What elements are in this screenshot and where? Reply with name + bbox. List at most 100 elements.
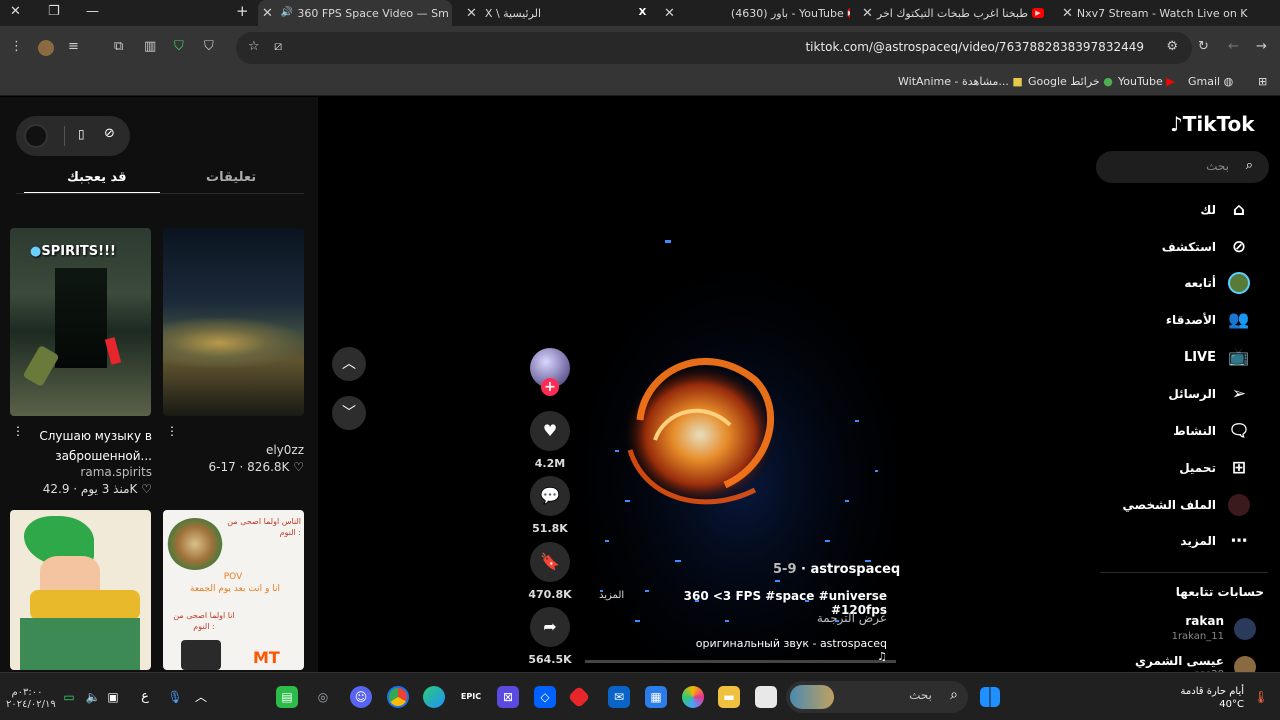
close-tab-icon[interactable]: ✕ (664, 6, 675, 21)
tab-x[interactable]: ✕ X \ الرئيسية X (462, 0, 652, 26)
video-title[interactable]: Слушаю музыку в заброшенной... (30, 426, 152, 466)
extension-icon[interactable]: ▥ (144, 39, 156, 54)
bookmark-star-icon[interactable]: ☆ (248, 39, 260, 54)
nav-activity[interactable]: النشاط 🗨 (1173, 420, 1250, 442)
copilot-icon[interactable] (682, 686, 704, 708)
tray-chevron-icon[interactable]: ︿ (190, 686, 212, 708)
video-author[interactable]: rama.spirits (30, 465, 152, 479)
sound-line[interactable]: оригинальный звук - astrospaceq ♫ (683, 637, 887, 663)
video-thumbnail[interactable]: ●SPIRITS!!! (10, 228, 151, 416)
nav-more[interactable]: المزيد ⋯ (1180, 530, 1250, 552)
new-tab-icon[interactable]: + (236, 2, 249, 20)
translate-button[interactable]: عرض الترجمة (800, 611, 887, 625)
battery-icon[interactable]: ▭ (58, 686, 80, 708)
thermometer-icon[interactable]: 🌡 (1250, 686, 1272, 708)
previous-video-button[interactable]: ︿ (332, 347, 366, 381)
video-thumbnail[interactable] (163, 228, 304, 416)
video-author[interactable]: ely0zz (180, 443, 304, 457)
address-bar[interactable]: ☆ ⧄ tiktok.com/@astrospaceq/video/763788… (236, 32, 1192, 64)
keyboard-language[interactable]: ع (134, 686, 156, 708)
video-author-line[interactable]: 5-9 · astrospaceq (773, 562, 900, 577)
menu-dots-icon[interactable]: ⋮ (10, 39, 23, 54)
extensions-icon[interactable]: ⧉ (114, 39, 123, 54)
nav-following[interactable]: أتابعه (1184, 272, 1250, 294)
windows-start-icon[interactable] (980, 687, 1000, 707)
nav-live[interactable]: LIVE 📺 (1184, 346, 1250, 368)
nav-messages[interactable]: الرسائل ➢ (1168, 383, 1250, 405)
tab-youtube-2[interactable]: ✕ طبخنا اغرب طبخات التيكتوك اخر ▶ (858, 0, 1048, 26)
minimize-window-icon[interactable]: — (86, 4, 99, 19)
file-explorer-icon[interactable]: ▬ (718, 686, 740, 708)
back-icon[interactable]: → (1256, 39, 1267, 54)
nav-for-you[interactable]: لك ⌂ (1200, 199, 1250, 221)
microphone-icon[interactable]: 🎙 (164, 686, 186, 708)
store-icon[interactable]: ▦ (645, 686, 667, 708)
tab-comments[interactable]: تعليقات (206, 170, 256, 185)
close-tab-icon[interactable]: ✕ (1062, 6, 1073, 21)
like-button[interactable]: ♥ (530, 411, 570, 451)
apps-grid-icon[interactable]: ⊞ (1258, 75, 1267, 88)
share-button[interactable]: ➦ (530, 607, 570, 647)
tiktok-logo[interactable]: ♪TikTok (1170, 112, 1255, 136)
discord-icon[interactable]: ☺ (350, 686, 372, 708)
site-settings-icon[interactable]: ⚙ (1166, 39, 1178, 54)
video-author[interactable]: astrospaceq (811, 562, 901, 577)
steam-icon[interactable]: ◎ (312, 686, 334, 708)
close-tab-icon[interactable]: ✕ (262, 6, 273, 21)
tab-you-may-like[interactable]: قد يعجبك (67, 170, 127, 185)
save-button[interactable]: 🔖 (530, 542, 570, 582)
account-name[interactable]: rakan (1185, 614, 1224, 628)
tab-kick[interactable]: ✕ Nxv7 Stream - Watch Live on K K (1058, 0, 1248, 26)
epic-games-icon[interactable]: EPIC (460, 686, 482, 708)
restore-window-icon[interactable]: ❐ (48, 4, 60, 19)
shield-icon[interactable]: ⛉ (174, 39, 184, 54)
weather-widget[interactable]: أيام حارة قادمة 40°C (1150, 685, 1244, 711)
close-tab-icon[interactable]: ✕ (862, 6, 873, 21)
nav-upload[interactable]: تحميل ⊞ (1179, 457, 1250, 479)
tab-active[interactable]: ✕ 🔊 360 FPS Space Video — Sm ♪ (258, 0, 452, 26)
chrome-icon[interactable] (387, 686, 409, 708)
search-input[interactable]: ⌕ بحث (1096, 151, 1269, 183)
translate-icon[interactable]: ⧄ (274, 39, 282, 54)
volume-icon[interactable]: 🔈 (82, 686, 104, 708)
follow-plus-icon[interactable]: + (541, 378, 559, 396)
account-name[interactable]: عيسى الشمري (1135, 654, 1224, 668)
bookmark-youtube[interactable]: YouTube ▶ (1118, 75, 1175, 88)
outlook-icon[interactable]: ✉ (608, 686, 630, 708)
video-thumbnail[interactable] (10, 510, 151, 670)
close-window-icon[interactable]: ✕ (10, 4, 21, 19)
next-video-button[interactable]: ﹀ (332, 396, 366, 430)
nav-explore[interactable]: استكشف ⊘ (1162, 236, 1250, 258)
player-toggle[interactable]: ▯ ⊘ (16, 116, 130, 156)
app-icon[interactable]: ⊠ (497, 686, 519, 708)
taskbar-search[interactable]: بحث ⌕ (786, 681, 968, 713)
bookmark-maps[interactable]: Google خرائط ● (1028, 75, 1113, 88)
video-player[interactable] (585, 120, 896, 665)
profile-avatar-icon[interactable] (38, 40, 54, 56)
edge-icon[interactable] (423, 686, 445, 708)
app-diamond-icon[interactable] (567, 685, 591, 709)
more-options-icon[interactable]: ⋮ (166, 424, 178, 438)
close-tab-icon[interactable]: ✕ (466, 6, 477, 21)
display-icon[interactable]: ▣ (102, 686, 124, 708)
toggle-knob[interactable] (24, 124, 48, 148)
reload-icon[interactable]: ↻ (1198, 39, 1209, 54)
comment-button[interactable]: 💬 (530, 476, 570, 516)
dropbox-icon[interactable]: ◇ (534, 686, 556, 708)
xbox-app-icon[interactable]: ▤ (276, 686, 298, 708)
video-thumbnail[interactable]: الناس اولما اصحى من النوم : POV انا و ان… (163, 510, 304, 670)
nav-profile[interactable]: الملف الشخصي (1123, 494, 1250, 516)
bookmark-gmail[interactable]: Gmail ◍ (1188, 75, 1233, 88)
clock[interactable]: ٠٣:٠٠م ٢٠٢٤/٠٢/١٩ (6, 687, 56, 711)
url-text[interactable]: tiktok.com/@astrospaceq/video/7637882838… (805, 40, 1144, 54)
forward-icon[interactable]: ← (1228, 39, 1239, 54)
media-icon[interactable]: ≡ (68, 39, 79, 54)
more-options-icon[interactable]: ⋮ (12, 424, 24, 438)
tab-youtube[interactable]: ✕ (4630) باور - YouTube ▶ (660, 0, 850, 26)
phone-icon[interactable]: ▯ (78, 127, 85, 141)
bookmark-witanime[interactable]: WitAnime - مشاهدة... ■ (898, 75, 1023, 88)
shield-icon[interactable]: ⛉ (204, 39, 214, 54)
notepad-icon[interactable] (755, 686, 777, 708)
compass-icon[interactable]: ⊘ (104, 126, 115, 141)
account-avatar[interactable] (1234, 618, 1256, 640)
